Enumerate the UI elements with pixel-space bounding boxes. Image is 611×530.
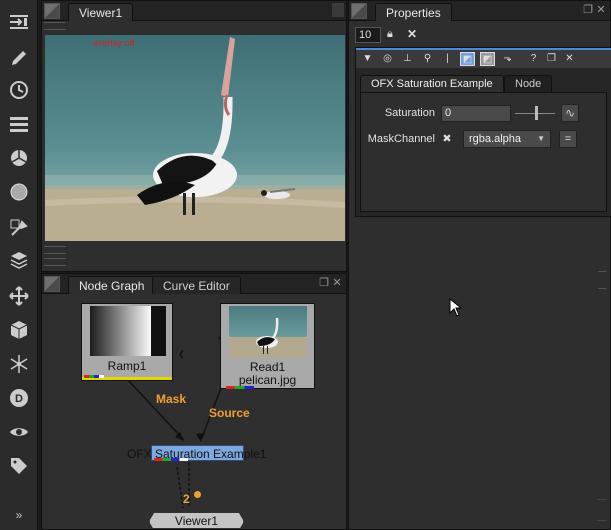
viewer-canvas[interactable]: overlay off	[45, 35, 345, 241]
chevron-down-icon: ▼	[537, 134, 545, 143]
mask-invert-button[interactable]: =	[559, 130, 577, 148]
viewer-pane: Viewer1 overlay off	[41, 0, 347, 272]
mask-channel-select[interactable]: rgba.alpha ▼	[463, 130, 551, 148]
merge-icon[interactable]	[5, 246, 33, 274]
3d-icon[interactable]	[5, 316, 33, 344]
channel-icon[interactable]	[5, 110, 33, 138]
properties-pane: Properties ❐ ✕ 10 🔒︎ ✕ ▼ ◎ ⊥ ⚲ | ◩ ◩ ⬎ ?…	[348, 0, 611, 530]
node-center-icon[interactable]: ◎	[380, 52, 395, 66]
node-info-icon[interactable]: ⚲	[420, 52, 435, 66]
max-panels-input[interactable]: 10	[355, 27, 381, 43]
svg-text:D: D	[15, 393, 23, 405]
gl-color-swatch-icon[interactable]: ◩	[480, 52, 495, 66]
saturation-slider-knob[interactable]	[535, 106, 538, 120]
time-icon[interactable]	[5, 76, 33, 104]
ramp-node-label: Ramp1	[107, 359, 147, 373]
viewer-input-dot-icon	[194, 491, 201, 498]
node-panel-header: ▼ ◎ ⊥ ⚲ | ◩ ◩ ⬎ ? ❐ ✕	[356, 48, 611, 68]
mask-enable-icon[interactable]: ✖	[441, 133, 453, 145]
read-rgb-indicator	[226, 386, 254, 389]
viewer-bottom-handle[interactable]	[44, 245, 66, 255]
viewer-top-handle[interactable]	[44, 21, 66, 31]
node-params-body: Saturation 0 ∿ MaskChannel ✖ rgba.alpha …	[360, 92, 607, 212]
properties-tabbar: Properties ❐ ✕	[349, 1, 610, 21]
pane-resize-handle[interactable]	[598, 271, 606, 289]
read-thumbnail	[229, 306, 307, 358]
tab-properties[interactable]: Properties	[375, 3, 452, 21]
float-panel-icon[interactable]: ❐	[544, 52, 559, 66]
node-graph-canvas[interactable]: Ramp1 Read1 pelican.jpg Mask Source OFX …	[43, 295, 345, 528]
node-graph-tabbar: Node Graph Curve Editor ❐ ✕	[42, 274, 346, 294]
undo-icon[interactable]: ⬎	[500, 52, 515, 66]
ramp-thumbnail	[90, 306, 166, 356]
eye-icon[interactable]	[5, 418, 33, 446]
tab-node[interactable]: Node	[504, 75, 553, 93]
close-pane-icon[interactable]: ✕	[331, 277, 343, 289]
pane-bottom-handle[interactable]	[597, 499, 607, 521]
tab-curve-editor[interactable]: Curve Editor	[152, 276, 241, 294]
viewer-bottom-handle-2[interactable]	[44, 257, 66, 267]
ramp-node[interactable]: Ramp1	[81, 303, 173, 381]
curve-icon[interactable]: ∿	[561, 104, 579, 122]
close-pane-icon[interactable]: ✕	[595, 4, 607, 16]
float-pane-icon[interactable]: ❐	[318, 277, 330, 289]
pane-menu-icon[interactable]	[44, 3, 60, 19]
mask-channel-value: rgba.alpha	[469, 133, 521, 145]
ramp-rgb-indicator	[84, 375, 104, 378]
scrollbar-handle[interactable]	[332, 3, 344, 17]
color-swatch-icon[interactable]: ◩	[460, 52, 475, 66]
node-graph-pane: Node Graph Curve Editor ❐ ✕ Ramp1 Read1 …	[41, 273, 347, 530]
help-icon[interactable]: ?	[526, 52, 541, 66]
viewer-input-icon[interactable]	[5, 8, 33, 36]
pelican-image	[45, 35, 345, 241]
saturation-label: Saturation	[384, 107, 435, 119]
clear-panels-icon[interactable]: ✕	[407, 27, 423, 43]
ofx-saturation-node-label: OFX Saturation Example1	[127, 447, 267, 461]
viewer-input-number: 2	[183, 492, 190, 506]
tab-viewer[interactable]: Viewer1	[68, 3, 134, 21]
mouse-cursor-icon	[449, 298, 463, 317]
pane-menu-icon[interactable]	[44, 276, 60, 292]
saturation-input[interactable]: 0	[441, 105, 511, 122]
pelican-thumbnail	[256, 317, 279, 354]
left-toolbar: D »	[0, 0, 38, 530]
node-input-icon[interactable]: ⊥	[400, 52, 415, 66]
tab-ofx-saturation[interactable]: OFX Saturation Example	[360, 75, 504, 93]
color-icon[interactable]	[5, 144, 33, 172]
source-edge-label: Source	[209, 406, 250, 420]
mask-edge-label: Mask	[156, 392, 187, 406]
paint-brush-icon[interactable]	[5, 44, 33, 72]
read-node[interactable]: Read1 pelican.jpg	[220, 303, 315, 389]
particles-icon[interactable]	[5, 350, 33, 378]
overlay-status-text: overlay off	[93, 38, 135, 48]
viewer-tabbar: Viewer1	[42, 1, 346, 21]
lock-icon[interactable]: 🔒︎	[387, 28, 401, 42]
separator-icon: |	[446, 53, 449, 64]
transform-icon[interactable]	[5, 282, 33, 310]
viewer-node[interactable]: Viewer1	[149, 512, 244, 528]
toolbar-more-button[interactable]: »	[5, 506, 33, 524]
tab-node-graph[interactable]: Node Graph	[68, 276, 156, 294]
close-panel-icon[interactable]: ✕	[562, 52, 577, 66]
filter-icon[interactable]	[5, 178, 33, 206]
node-properties-panel: ▼ ◎ ⊥ ⚲ | ◩ ◩ ⬎ ? ❐ ✕ OFX Saturation Exa…	[355, 47, 611, 217]
keyer-icon[interactable]	[5, 214, 33, 242]
d-icon[interactable]: D	[5, 384, 33, 412]
mask-channel-label: MaskChannel	[367, 133, 435, 145]
tag-icon[interactable]	[5, 452, 33, 480]
float-pane-icon[interactable]: ❐	[582, 4, 594, 16]
collapse-icon[interactable]: ▼	[360, 52, 375, 66]
pane-menu-icon[interactable]	[351, 3, 367, 19]
